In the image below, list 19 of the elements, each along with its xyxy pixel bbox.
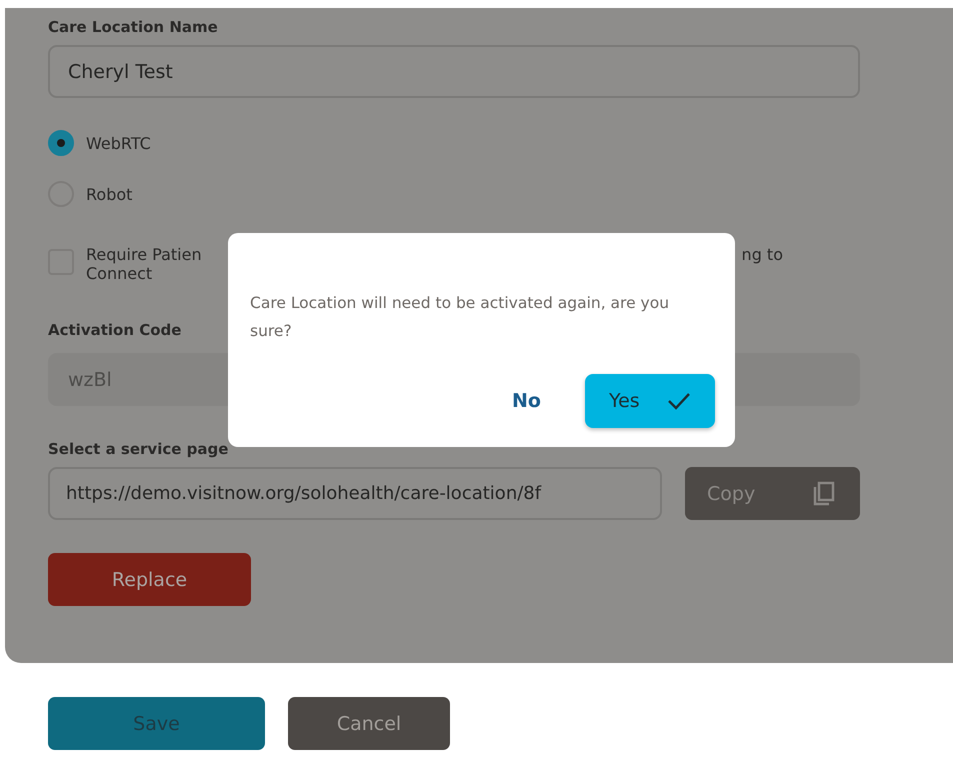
field-label: Care Location Name (48, 18, 218, 38)
cancel-button[interactable]: Cancel (288, 697, 450, 750)
copy-button[interactable]: Copy (685, 467, 860, 520)
radio-label: Robot (86, 184, 132, 204)
field-label: Select a service page (48, 440, 228, 460)
service-page-field[interactable]: https://demo.visitnow.org/solohealth/care-location/8f (48, 467, 662, 520)
checkbox-label: Connect (86, 264, 154, 283)
radio-button[interactable] (48, 130, 74, 156)
yes-button[interactable]: Yes (585, 374, 715, 428)
checkbox-label: ng to (742, 245, 783, 264)
dialog-message: Care Location will need to be activated again, are you sure? (250, 293, 670, 342)
copy-icon (812, 480, 836, 506)
radio-label: WebRTC (86, 134, 151, 152)
checkbox-label: Require Patien (86, 245, 202, 264)
replace-button[interactable]: Replace (48, 553, 251, 606)
checkmark-icon (667, 392, 691, 410)
name-field[interactable]: Cheryl Test (48, 45, 860, 98)
field-label: Activation Code (48, 321, 182, 341)
no-button[interactable]: No (510, 386, 543, 416)
